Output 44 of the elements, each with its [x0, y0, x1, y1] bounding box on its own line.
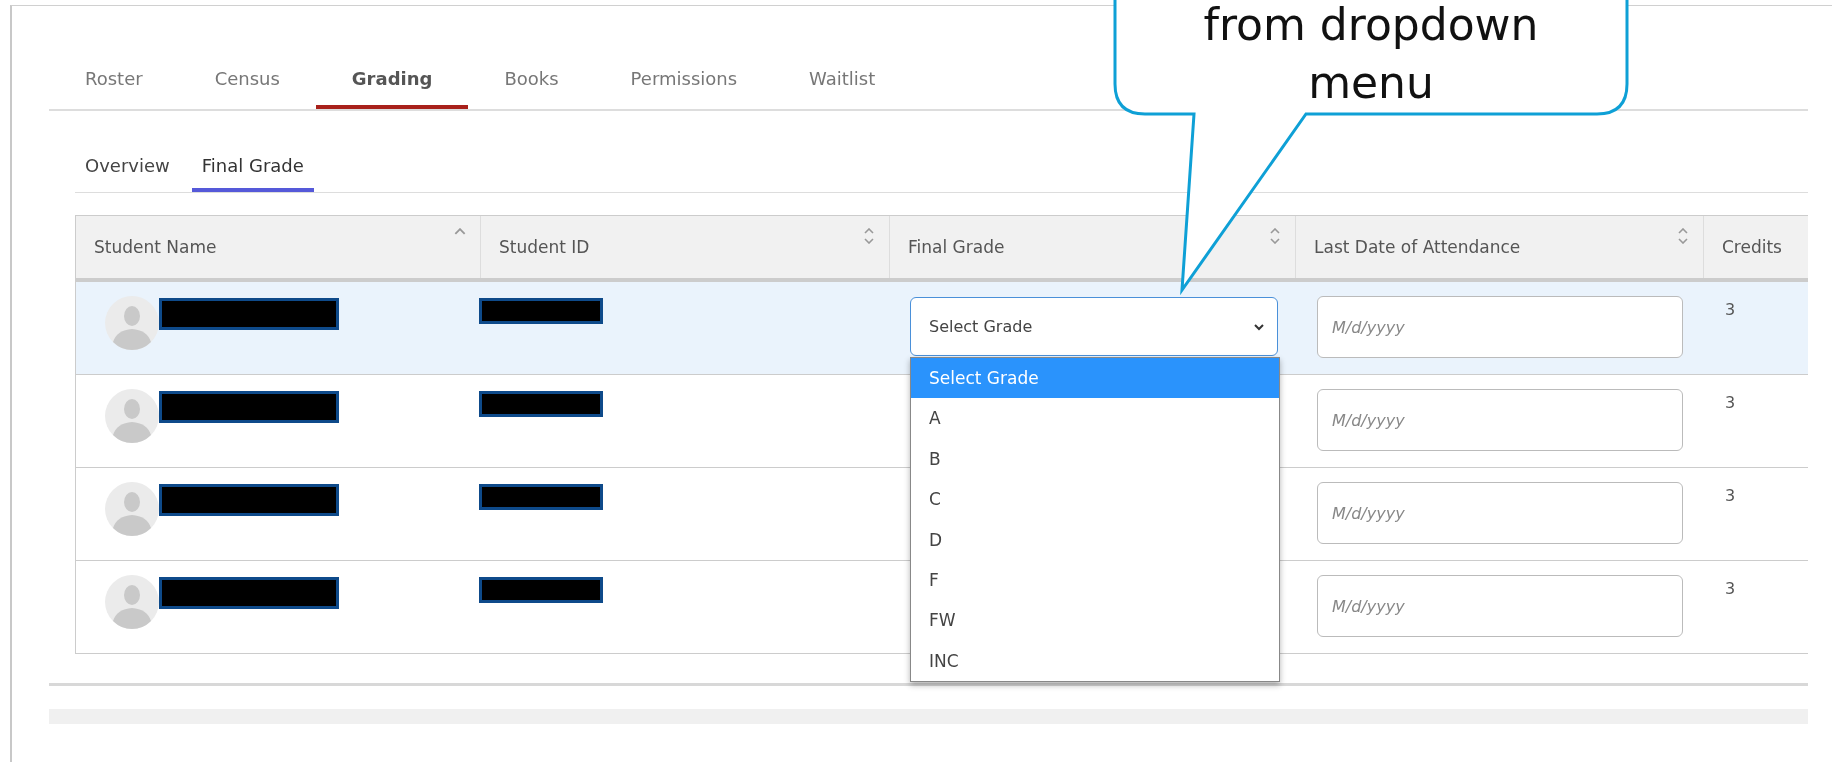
callout-text: menu: [1308, 56, 1434, 110]
credits-value: 3: [1725, 579, 1736, 598]
avatar-icon: [105, 389, 159, 443]
tab[interactable]: Grading: [315, 68, 469, 109]
avatar-icon: [105, 575, 159, 629]
credits-value: 3: [1725, 300, 1736, 319]
column-header[interactable]: Last Date of Attendance: [1296, 216, 1704, 278]
tab[interactable]: Census: [178, 68, 316, 109]
column-header[interactable]: Credits: [1704, 216, 1808, 278]
column-label: Student Name: [94, 237, 217, 257]
subtab[interactable]: Overview: [75, 155, 180, 192]
dropdown-option[interactable]: C: [911, 479, 1279, 520]
grade-select[interactable]: Select Grade: [910, 297, 1278, 356]
credits-value: 3: [1725, 486, 1736, 505]
tab[interactable]: Roster: [49, 68, 179, 109]
column-header[interactable]: Student Name: [76, 216, 481, 278]
column-label: Last Date of Attendance: [1314, 237, 1521, 257]
column-label: Final Grade: [908, 237, 1005, 257]
date-field[interactable]: M/d/yyyy: [1317, 575, 1683, 637]
column-label: Credits: [1722, 237, 1782, 257]
sort-icon[interactable]: [1677, 228, 1689, 244]
dropdown-option[interactable]: B: [911, 438, 1279, 480]
dropdown-option[interactable]: A: [911, 398, 1279, 439]
credits-value: 3: [1725, 393, 1736, 412]
avatar-icon: [105, 296, 159, 350]
chevron-down-icon: [1253, 322, 1265, 331]
date-field[interactable]: M/d/yyyy: [1317, 482, 1683, 544]
column-label: Student ID: [499, 237, 590, 257]
tab[interactable]: Books: [468, 68, 595, 109]
avatar-icon: [105, 482, 159, 536]
date-field[interactable]: M/d/yyyy: [1317, 296, 1683, 358]
column-header[interactable]: Student ID: [481, 216, 890, 278]
dropdown-option[interactable]: FW: [911, 600, 1279, 641]
sort-up-icon[interactable]: [454, 228, 466, 235]
subtab[interactable]: Final Grade: [191, 155, 314, 192]
dropdown-option[interactable]: INC: [911, 640, 1279, 682]
tab[interactable]: Waitlist: [773, 68, 912, 109]
sort-icon[interactable]: [863, 228, 875, 244]
tab[interactable]: Permissions: [594, 68, 774, 109]
dropdown-option[interactable]: D: [911, 519, 1279, 560]
callout-text: from dropdown: [1203, 0, 1539, 52]
dropdown-option[interactable]: F: [911, 559, 1279, 601]
date-field[interactable]: M/d/yyyy: [1317, 389, 1683, 451]
sort-icon[interactable]: [1269, 228, 1281, 244]
